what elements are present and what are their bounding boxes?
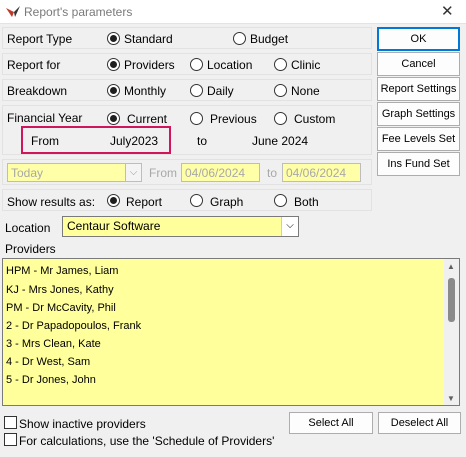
inactive-providers-checkbox[interactable] [4, 416, 17, 429]
report-settings-button[interactable]: Report Settings [377, 77, 460, 101]
location-select[interactable]: Centaur Software [62, 216, 299, 237]
app-logo-icon [6, 6, 20, 17]
list-item[interactable]: KJ - Mrs Jones, Kathy [6, 284, 114, 296]
graph-settings-button[interactable]: Graph Settings [377, 102, 460, 126]
financial-year-label: Financial Year [7, 111, 83, 125]
radio-clinic[interactable] [274, 58, 287, 71]
radio-report[interactable] [107, 194, 120, 207]
date-to-value: 04/06/2024 [286, 166, 347, 180]
date-from-label: From [149, 166, 177, 180]
chevron-down-icon[interactable]: ⌵ [125, 163, 142, 182]
radio-providers[interactable] [107, 58, 120, 71]
radio-monthly-label[interactable]: Monthly [124, 84, 166, 98]
radio-standard[interactable] [107, 32, 120, 45]
radio-previous[interactable] [190, 112, 203, 125]
scroll-up-icon[interactable]: ▲ [447, 262, 455, 271]
report-type-label: Report Type [7, 32, 73, 46]
radio-current-label[interactable]: Current [127, 112, 167, 126]
radio-custom[interactable] [274, 112, 287, 125]
date-preset-value: Today [11, 166, 44, 180]
list-item[interactable]: 4 - Dr West, Sam [6, 356, 90, 368]
breakdown-label: Breakdown [7, 84, 68, 98]
radio-budget[interactable] [233, 32, 246, 45]
radio-providers-label[interactable]: Providers [124, 58, 175, 72]
radio-daily[interactable] [190, 84, 203, 97]
radio-previous-label[interactable]: Previous [210, 112, 257, 126]
ok-button[interactable]: OK [377, 27, 460, 51]
radio-graph-label[interactable]: Graph [210, 195, 243, 209]
location-chevron-down-icon[interactable]: ⌵ [281, 217, 298, 236]
location-value: Centaur Software [67, 219, 161, 233]
inactive-providers-label[interactable]: Show inactive providers [19, 417, 146, 431]
fy-from-value[interactable]: July2023 [110, 134, 158, 148]
deselect-all-button[interactable]: Deselect All [378, 412, 461, 434]
ins-fund-button[interactable]: Ins Fund Set [377, 152, 460, 176]
radio-none-label[interactable]: None [291, 84, 320, 98]
list-item[interactable]: HPM - Mr James, Liam [6, 265, 118, 277]
radio-location[interactable] [190, 58, 203, 71]
radio-none[interactable] [274, 84, 287, 97]
radio-location-label[interactable]: Location [207, 58, 252, 72]
radio-custom-label[interactable]: Custom [294, 112, 335, 126]
date-from-field[interactable]: 04/06/2024 [181, 163, 260, 182]
cancel-button[interactable]: Cancel [377, 52, 460, 76]
radio-daily-label[interactable]: Daily [207, 84, 234, 98]
scrollbar-thumb[interactable] [448, 278, 455, 322]
list-item[interactable]: 2 - Dr Papadopoulos, Frank [6, 320, 141, 332]
radio-both[interactable] [274, 194, 287, 207]
close-icon[interactable]: ✕ [441, 2, 454, 20]
location-label: Location [5, 221, 51, 235]
radio-standard-label[interactable]: Standard [124, 32, 173, 46]
radio-both-label[interactable]: Both [294, 195, 319, 209]
radio-budget-label[interactable]: Budget [250, 32, 288, 46]
date-to-label: to [267, 166, 278, 180]
show-results-label: Show results as: [7, 195, 96, 209]
list-item[interactable]: PM - Dr McCavity, Phil [6, 302, 116, 314]
providers-label: Providers [5, 242, 56, 256]
fy-to-label: to [197, 134, 208, 148]
report-for-label: Report for [7, 58, 61, 72]
select-all-button[interactable]: Select All [289, 412, 373, 434]
window-title: Report's parameters [24, 5, 133, 19]
radio-graph[interactable] [190, 194, 203, 207]
radio-monthly[interactable] [107, 84, 120, 97]
list-item[interactable]: 3 - Mrs Clean, Kate [6, 338, 101, 350]
date-preset-select[interactable]: Today [7, 163, 142, 182]
list-item[interactable]: 5 - Dr Jones, John [6, 374, 96, 386]
schedule-label[interactable]: For calculations, use the 'Schedule of P… [19, 434, 274, 448]
scroll-down-icon[interactable]: ▼ [447, 394, 455, 403]
date-from-value: 04/06/2024 [185, 166, 246, 180]
fy-from-label: From [31, 134, 59, 148]
fee-levels-button[interactable]: Fee Levels Set [377, 127, 460, 151]
radio-report-label[interactable]: Report [126, 195, 162, 209]
date-to-field[interactable]: 04/06/2024 [282, 163, 361, 182]
radio-clinic-label[interactable]: Clinic [291, 58, 320, 72]
radio-current[interactable] [107, 112, 120, 125]
schedule-checkbox[interactable] [4, 433, 17, 446]
fy-to-value[interactable]: June 2024 [252, 134, 308, 148]
